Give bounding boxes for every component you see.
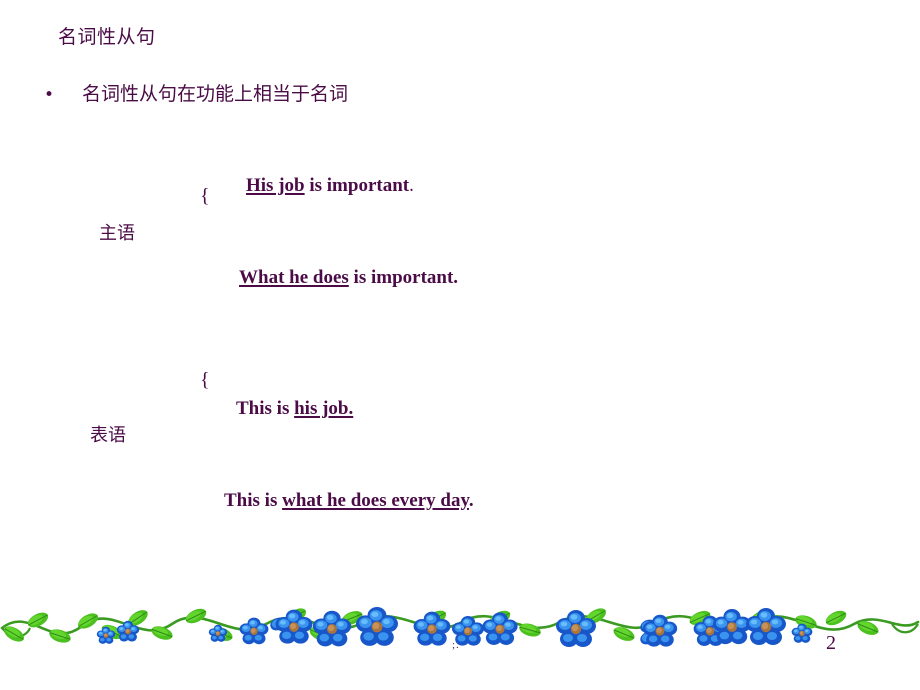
sentence-lead: This is (236, 398, 295, 419)
example-group-predicative: { 表语 This is his job. This is what he do… (0, 0, 920, 560)
slide-canvas: 名词性从句 • 名词性从句在功能上相当于名词 { 主语 His job is i… (0, 0, 920, 690)
example-sentence: This is what he does every day. (224, 490, 474, 513)
example-sentence: This is his job. (236, 398, 353, 421)
sentence-lead: This is (224, 490, 283, 511)
underlined-phrase: his job. (294, 398, 354, 419)
group-label-predicative: 表语 (90, 425, 126, 446)
underlined-phrase: what he does every day (282, 490, 469, 511)
flower-vine-border-icon (0, 588, 920, 660)
sentence-tail: . (468, 490, 474, 511)
brace-icon: { (200, 369, 210, 391)
